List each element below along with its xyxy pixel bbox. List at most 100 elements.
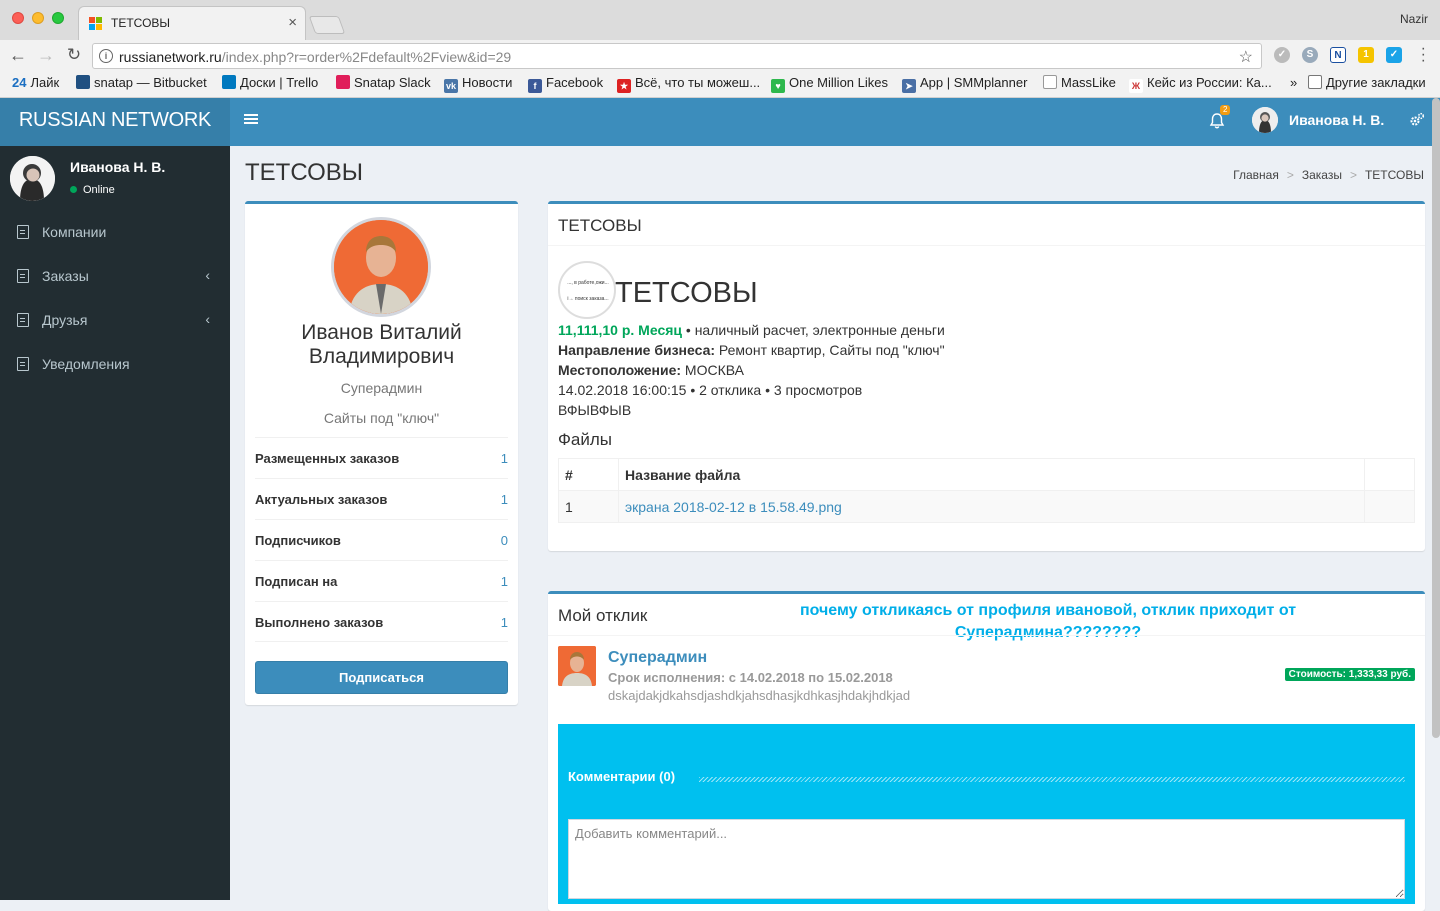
file-link[interactable]: экрана 2018-02-12 в 15.58.49.png bbox=[625, 499, 842, 515]
bookmarks-overflow-button[interactable]: » bbox=[1290, 75, 1297, 90]
col-number: # bbox=[558, 458, 619, 491]
comment-input[interactable] bbox=[568, 819, 1405, 899]
bookmark-item[interactable]: Доски | Trello bbox=[222, 75, 318, 90]
bookmark-item[interactable]: Snatap Slack bbox=[336, 75, 431, 90]
yellow-extension-icon[interactable]: 1 bbox=[1358, 47, 1374, 63]
stat-value[interactable]: 1 bbox=[501, 492, 508, 507]
breadcrumb-separator: > bbox=[1349, 168, 1357, 182]
document-icon bbox=[17, 269, 29, 283]
comments-title: Комментарии (0) bbox=[568, 769, 676, 784]
bookmark-24-icon: 24 bbox=[12, 75, 27, 90]
online-dot-icon bbox=[70, 186, 77, 193]
order-location-line: Местоположение: МОСКВА bbox=[558, 362, 744, 378]
order-meta: 14.02.2018 16:00:15 • 2 отклика • 3 прос… bbox=[558, 382, 863, 398]
order-title: ТЕТСОВЫ bbox=[615, 277, 758, 309]
stat-value[interactable]: 0 bbox=[501, 533, 508, 548]
bookmark-item[interactable]: ➤ App | SMMplanner bbox=[902, 75, 1027, 93]
subscribe-button[interactable]: Подписаться bbox=[255, 661, 508, 694]
folder-icon bbox=[1308, 75, 1322, 89]
tab-close-icon[interactable]: × bbox=[288, 14, 297, 31]
header-avatar[interactable] bbox=[1252, 107, 1278, 133]
bookmark-star-icon[interactable]: ☆ bbox=[1239, 47, 1253, 67]
minimize-window-button[interactable] bbox=[32, 12, 44, 24]
bookmark-folder[interactable]: Другие закладки bbox=[1308, 75, 1426, 90]
gears-icon[interactable] bbox=[1409, 112, 1425, 128]
stat-value[interactable]: 1 bbox=[501, 451, 508, 466]
bookmark-item[interactable]: 24 Лайк bbox=[12, 75, 59, 90]
order-price: 11,111,10 р. Месяц bbox=[558, 322, 683, 338]
site-info-icon[interactable]: i bbox=[99, 49, 113, 63]
divider bbox=[548, 635, 1425, 636]
browser-menu-icon[interactable]: · · · bbox=[1421, 41, 1426, 69]
stat-value[interactable]: 1 bbox=[501, 574, 508, 589]
bookmark-label: Всё, что ты можеш... bbox=[635, 75, 761, 90]
bookmark-item[interactable]: MassLike bbox=[1043, 75, 1116, 90]
stat-row-actual: Актуальных заказов 1 bbox=[255, 478, 508, 519]
breadcrumb-home[interactable]: Главная bbox=[1233, 168, 1279, 182]
bookmark-item[interactable]: ★ Всё, что ты можеш... bbox=[617, 75, 760, 93]
forward-arrow-icon[interactable]: → bbox=[36, 45, 56, 65]
table-row: 1 экрана 2018-02-12 в 15.58.49.png bbox=[558, 490, 1415, 523]
stat-value[interactable]: 1 bbox=[501, 615, 508, 630]
slack-icon bbox=[336, 75, 350, 89]
document-icon bbox=[17, 313, 29, 327]
col-actions bbox=[1364, 458, 1415, 491]
file-name-cell: экрана 2018-02-12 в 15.58.49.png bbox=[618, 490, 1365, 523]
back-arrow-icon[interactable]: ← bbox=[8, 45, 28, 65]
reload-icon[interactable]: ↻ bbox=[64, 45, 84, 65]
n-extension-icon[interactable]: N bbox=[1330, 47, 1346, 63]
shield-extension-icon[interactable]: ✓ bbox=[1274, 47, 1290, 63]
new-tab-button[interactable] bbox=[308, 16, 346, 34]
tab-strip: ТЕТСОВЫ × Nazir bbox=[0, 0, 1440, 40]
bookmark-item[interactable]: Ж Кейс из России: Ка... bbox=[1129, 75, 1272, 93]
stat-label: Размещенных заказов bbox=[255, 451, 400, 466]
sidebar-item-label: Друзья bbox=[42, 312, 88, 328]
breadcrumb: Главная > Заказы > ТЕТСОВЫ bbox=[1233, 168, 1424, 182]
stat-label: Выполнено заказов bbox=[255, 615, 384, 630]
browser-profile-name[interactable]: Nazir bbox=[1400, 12, 1428, 26]
files-heading: Файлы bbox=[558, 430, 613, 449]
bookmark-label: Лайк bbox=[30, 75, 60, 90]
business-value: Ремонт квартир, Сайты под "ключ" bbox=[715, 342, 945, 358]
bookmarks-bar: 24 Лайк snatap — Bitbucket Доски | Trello… bbox=[0, 72, 1440, 98]
sidebar-item-friends[interactable]: Друзья ‹ bbox=[0, 298, 230, 342]
breadcrumb-orders[interactable]: Заказы bbox=[1302, 168, 1342, 182]
status-label: Online bbox=[83, 184, 115, 196]
bookmark-label: snatap — Bitbucket bbox=[94, 75, 207, 90]
sidebar-item-label: Компании bbox=[42, 224, 107, 240]
profile-box: Иванов Виталий Владимирович Суперадмин С… bbox=[245, 201, 518, 705]
address-url[interactable]: russianetwork.ru/index.php?r=order%2Fdef… bbox=[119, 49, 511, 65]
maximize-window-button[interactable] bbox=[52, 12, 64, 24]
business-label: Направление бизнеса: bbox=[558, 342, 716, 358]
chevron-left-icon: ‹ bbox=[205, 267, 210, 283]
sidebar-item-companies[interactable]: Компании bbox=[0, 210, 230, 254]
address-bar[interactable]: i russianetwork.ru/index.php?r=order%2Fd… bbox=[92, 43, 1262, 69]
facebook-icon: f bbox=[528, 79, 542, 93]
bookmark-label: MassLike bbox=[1061, 75, 1116, 90]
sidebar-item-orders[interactable]: Заказы ‹ bbox=[0, 254, 230, 298]
sidebar-item-notifications[interactable]: Уведомления bbox=[0, 342, 230, 386]
close-window-button[interactable] bbox=[12, 12, 24, 24]
stat-row-completed: Выполнено заказов 1 bbox=[255, 601, 508, 642]
blue-extension-icon[interactable]: ✓ bbox=[1386, 47, 1402, 63]
order-price-line: 11,111,10 р. Месяц • наличный расчет, эл… bbox=[558, 322, 945, 338]
decorative-stripe bbox=[699, 777, 1405, 782]
sidebar-item-label: Уведомления bbox=[42, 356, 130, 372]
app-logo[interactable]: RUSSIAN NETWORK bbox=[0, 98, 230, 146]
header-user-name[interactable]: Иванова Н. В. bbox=[1289, 112, 1384, 128]
bookmark-item[interactable]: ♥ One Million Likes bbox=[771, 75, 888, 93]
online-status: Online bbox=[70, 184, 115, 196]
bookmark-label: App | SMMplanner bbox=[920, 75, 1028, 90]
bookmark-item[interactable]: f Facebook bbox=[528, 75, 603, 93]
bookmark-item[interactable]: snatap — Bitbucket bbox=[76, 75, 207, 90]
star-bookmark-icon: ★ bbox=[617, 79, 631, 93]
responder-name[interactable]: Суперадмин bbox=[608, 649, 707, 667]
file-actions-cell bbox=[1364, 490, 1415, 523]
heart-bookmark-icon: ♥ bbox=[771, 79, 785, 93]
skype-extension-icon[interactable]: S bbox=[1302, 47, 1318, 63]
stat-row-posted: Размещенных заказов 1 bbox=[255, 437, 508, 478]
browser-tab[interactable]: ТЕТСОВЫ × bbox=[78, 6, 306, 40]
page-scrollbar[interactable] bbox=[1432, 98, 1440, 738]
sidebar-toggle-icon[interactable] bbox=[244, 112, 258, 126]
bookmark-item[interactable]: vk Новости bbox=[444, 75, 512, 93]
